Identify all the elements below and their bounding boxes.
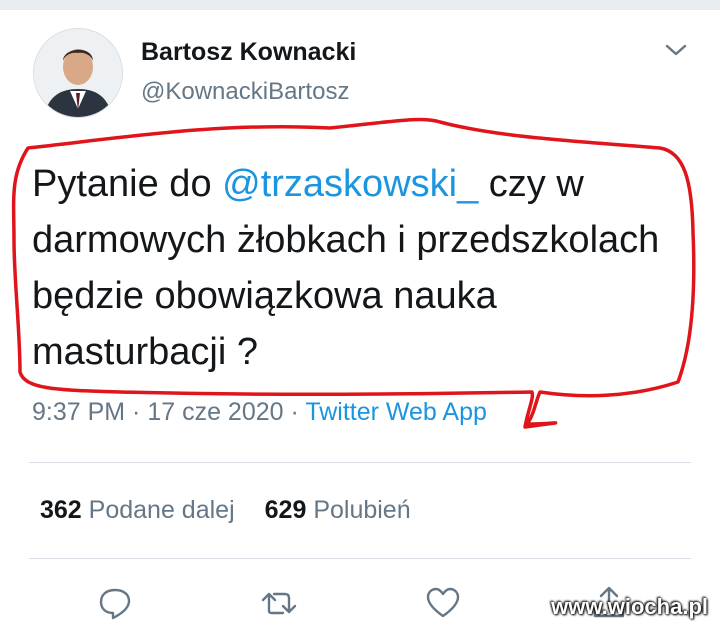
divider <box>29 558 691 559</box>
display-name[interactable]: Bartosz Kownacki <box>141 38 356 67</box>
avatar-image <box>34 29 122 117</box>
chevron-down-icon[interactable] <box>662 36 690 64</box>
likes-label: Polubień <box>313 496 411 524</box>
retweets-count: 362 <box>40 496 82 524</box>
user-handle[interactable]: @KownackiBartosz <box>141 78 349 106</box>
retweets-stat[interactable]: 362 Podane dalej <box>40 496 235 524</box>
likes-stat[interactable]: 629 Polubień <box>265 496 411 524</box>
tweet-time[interactable]: 9:37 PM <box>32 398 125 426</box>
meta-separator-2: · <box>283 398 306 426</box>
tweet-meta: 9:37 PM · 17 cze 2020 · Twitter Web App <box>32 398 487 427</box>
top-border <box>0 0 720 10</box>
reply-icon[interactable] <box>96 584 134 622</box>
tweet-text: Pytanie do @trzaskowski_ czy w darmowych… <box>32 156 692 380</box>
heart-icon[interactable] <box>424 584 462 622</box>
tweet-date[interactable]: 17 cze 2020 <box>147 398 283 426</box>
meta-separator: · <box>125 398 148 426</box>
mention-link[interactable]: @trzaskowski_ <box>222 163 478 205</box>
avatar[interactable] <box>33 28 123 118</box>
engagement-stats: 362 Podane dalej 629 Polubień <box>40 496 411 525</box>
tweet-text-lead: Pytanie do <box>32 163 223 205</box>
likes-count: 629 <box>264 496 307 524</box>
tweet-source-link[interactable]: Twitter Web App <box>305 398 487 426</box>
retweet-icon[interactable] <box>260 584 298 622</box>
watermark: www.wiocha.pl <box>551 594 708 619</box>
divider <box>29 462 691 463</box>
retweets-label: Podane dalej <box>88 496 235 524</box>
